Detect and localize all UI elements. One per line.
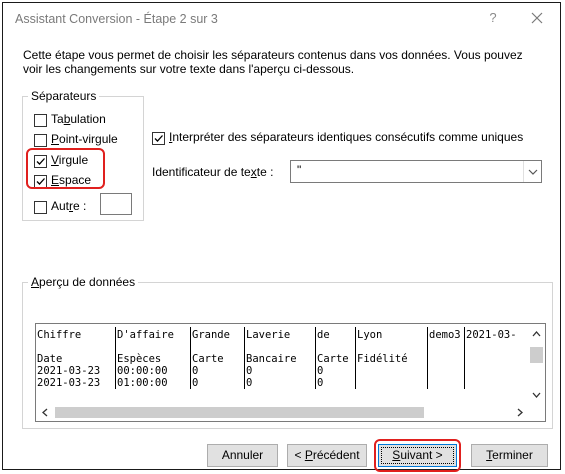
preview-column-separator[interactable]: [355, 327, 356, 389]
preview-cell: 2021-03-23: [37, 365, 101, 377]
preview-cell: de: [317, 329, 330, 341]
point-virgule-checkbox[interactable]: [34, 134, 47, 147]
preview-cell: 0: [192, 377, 199, 389]
autre-label[interactable]: Autre :: [51, 199, 86, 213]
separators-legend: Séparateurs: [28, 89, 100, 103]
preview-cell: Chiffre: [37, 329, 82, 341]
point-virgule-label[interactable]: Point-virgule: [51, 132, 118, 146]
preview-cell: Bancaire: [246, 353, 297, 365]
autre-input[interactable]: [100, 193, 132, 215]
preview-cell: 0: [246, 377, 253, 389]
preview-cell: 0: [317, 365, 324, 377]
chevron-down-icon[interactable]: [523, 161, 541, 182]
preview-cell: 2021-03-23: [37, 377, 101, 389]
preview-cell: 01:00:00: [117, 377, 168, 389]
precedent-button[interactable]: < Précédent: [287, 444, 367, 467]
preview-column-separator[interactable]: [315, 327, 316, 389]
checkmark-icon: [154, 135, 163, 142]
preview-column-separator[interactable]: [190, 327, 191, 389]
preview-cell: Fidélité: [357, 353, 408, 365]
scroll-right-icon: [517, 408, 523, 417]
text-qualifier-select[interactable]: ": [290, 160, 542, 183]
preview-cell: Date: [37, 353, 63, 365]
preview-cell: 0: [246, 365, 253, 377]
consecutive-separators-label[interactable]: Interpréter des séparateurs identiques c…: [169, 130, 523, 144]
terminer-button[interactable]: Terminer: [471, 444, 548, 467]
title-bar: Assistant Conversion - Étape 2 sur 3 ?: [3, 3, 560, 36]
tabulation-checkbox[interactable]: [34, 114, 47, 127]
preview-horizontal-scrollbar[interactable]: [36, 404, 529, 421]
preview-grid: Chiffre Date 2021-03-23 2021-03-23 D'affaire…: [36, 324, 529, 405]
preview-cell: 00:00:00: [117, 365, 168, 377]
consecutive-separators-checkbox[interactable]: [152, 132, 165, 145]
annuler-button[interactable]: Annuler: [207, 444, 278, 467]
description-line-2: voir les changements sur votre texte dan…: [23, 62, 355, 76]
preview-cell: demo3: [429, 329, 461, 341]
highlight-virgule-espace: [26, 148, 105, 189]
scroll-left-icon: [42, 408, 48, 417]
close-icon[interactable]: [530, 11, 544, 25]
description-line-1: Cette étape vous permet de choisir les s…: [23, 48, 523, 62]
text-qualifier-value: ": [297, 163, 302, 177]
preview-cell: Espèces: [117, 353, 162, 365]
highlight-suivant: [374, 439, 461, 472]
preview-column-separator[interactable]: [464, 327, 465, 389]
scroll-up-icon: [532, 331, 541, 337]
dialog-title: Assistant Conversion - Étape 2 sur 3: [15, 12, 218, 26]
preview-cell: D'affaire: [117, 329, 174, 341]
preview-cell: 0: [317, 377, 324, 389]
text-qualifier-label: Identificateur de texte :: [152, 165, 274, 179]
preview-cell: Lyon: [357, 329, 383, 341]
preview-cell: Carte: [192, 353, 224, 365]
tabulation-label[interactable]: Tabulation: [51, 112, 106, 126]
preview-column-separator[interactable]: [427, 327, 428, 389]
preview-cell: Carte: [317, 353, 349, 365]
scroll-down-icon: [532, 392, 541, 398]
vertical-scroll-thumb: [530, 347, 543, 363]
help-icon[interactable]: ?: [483, 10, 503, 25]
conversion-wizard-dialog: Assistant Conversion - Étape 2 sur 3 ? C…: [2, 2, 561, 472]
preview-column-separator[interactable]: [115, 327, 116, 389]
horizontal-scroll-thumb: [55, 407, 424, 418]
preview-column-separator[interactable]: [244, 327, 245, 389]
preview-cell: Grande: [192, 329, 230, 341]
preview-cell: 0: [192, 365, 199, 377]
preview-legend: Aperçu de données: [28, 275, 139, 289]
preview-vertical-scrollbar[interactable]: [528, 324, 545, 405]
preview-cell: Laverie: [246, 329, 291, 341]
step-description: Cette étape vous permet de choisir les s…: [23, 48, 553, 76]
preview-cell: 2021-03-: [466, 329, 517, 341]
data-preview[interactable]: Chiffre Date 2021-03-23 2021-03-23 D'affaire…: [35, 323, 546, 422]
autre-checkbox[interactable]: [34, 201, 47, 214]
